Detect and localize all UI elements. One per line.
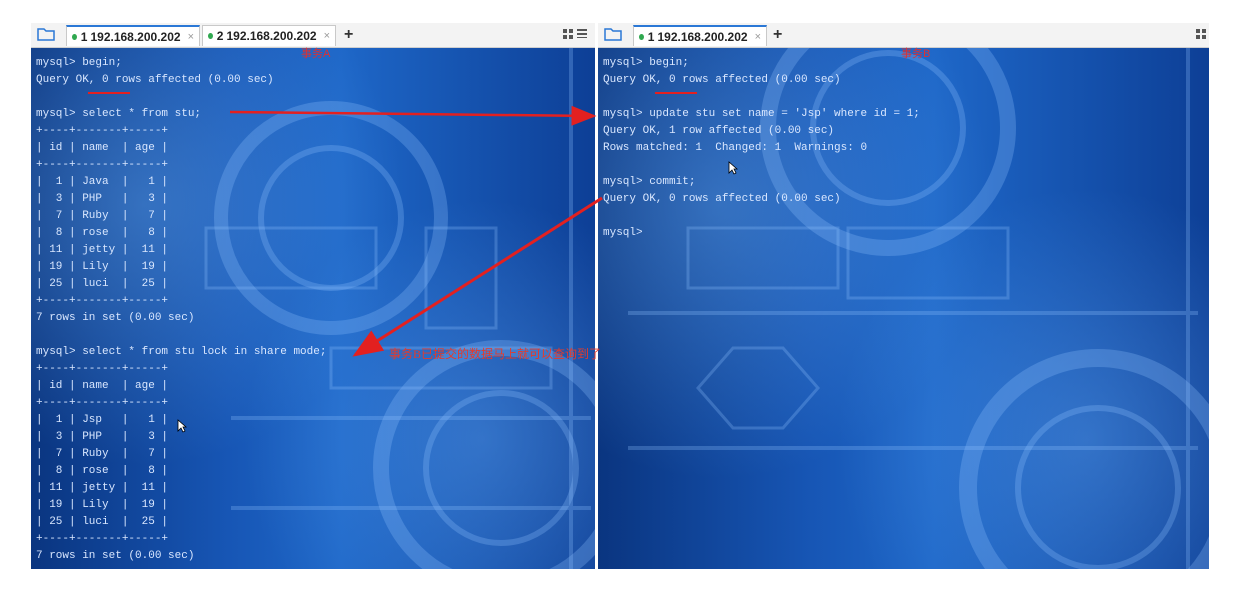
mouse-cursor-icon bbox=[177, 419, 187, 433]
arrow-to-share-mode-query bbox=[352, 196, 603, 357]
arrow-to-update bbox=[229, 105, 597, 126]
mouse-cursor-icon bbox=[728, 161, 738, 175]
annotation-arrows bbox=[229, 105, 603, 357]
annotation-note: 事务B已提交的数据马上就可以查询到了 bbox=[389, 347, 602, 361]
